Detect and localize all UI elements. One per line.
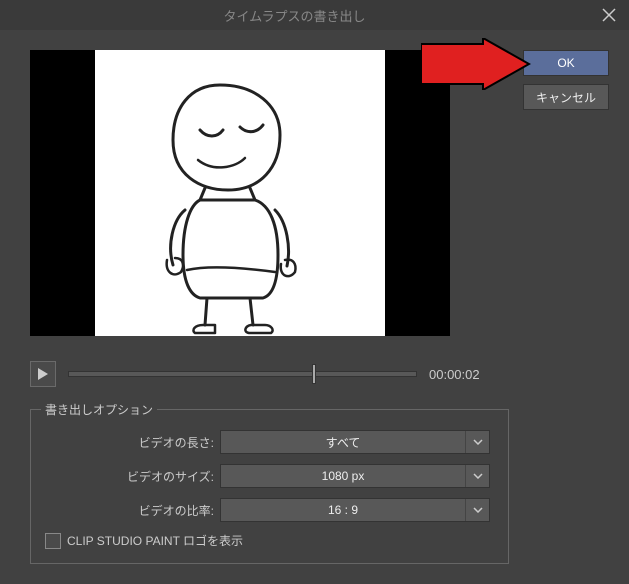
chevron-down-icon: [465, 465, 489, 487]
video-size-label: ビデオのサイズ:: [45, 468, 220, 485]
character-sketch: [95, 50, 385, 336]
dialog-buttons: OK キャンセル: [523, 50, 609, 110]
titlebar: タイムラプスの書き出し: [0, 0, 629, 30]
cancel-button-label: キャンセル: [536, 89, 596, 106]
video-ratio-select[interactable]: 16 : 9: [220, 498, 490, 522]
show-logo-label: CLIP STUDIO PAINT ロゴを表示: [67, 532, 243, 549]
video-ratio-value: 16 : 9: [221, 503, 465, 517]
seek-slider[interactable]: [68, 367, 417, 381]
chevron-down-icon: [465, 431, 489, 453]
chevron-down-icon: [465, 499, 489, 521]
video-size-select[interactable]: 1080 px: [220, 464, 490, 488]
cancel-button[interactable]: キャンセル: [523, 84, 609, 110]
dialog-title: タイムラプスの書き出し: [0, 6, 589, 25]
video-size-value: 1080 px: [221, 469, 465, 483]
seek-handle[interactable]: [312, 364, 316, 384]
play-button[interactable]: [30, 361, 56, 387]
show-logo-checkbox[interactable]: [45, 533, 61, 549]
video-length-select[interactable]: すべて: [220, 430, 490, 454]
close-icon: [602, 8, 616, 22]
preview-canvas: [95, 50, 385, 336]
transport-bar: 00:00:02: [30, 361, 509, 387]
close-button[interactable]: [589, 0, 629, 30]
group-legend: 書き出しオプション: [41, 401, 157, 418]
ok-button-label: OK: [557, 56, 574, 70]
video-ratio-label: ビデオの比率:: [45, 502, 220, 519]
export-options-group: 書き出しオプション ビデオの長さ: すべて ビデオのサイズ: 1080 px ビ…: [30, 409, 509, 564]
video-length-label: ビデオの長さ:: [45, 434, 220, 451]
play-icon: [38, 368, 48, 380]
timecode: 00:00:02: [429, 367, 509, 382]
ok-button[interactable]: OK: [523, 50, 609, 76]
preview-frame: [30, 50, 450, 336]
seek-track: [68, 371, 417, 377]
video-length-value: すべて: [221, 434, 465, 451]
